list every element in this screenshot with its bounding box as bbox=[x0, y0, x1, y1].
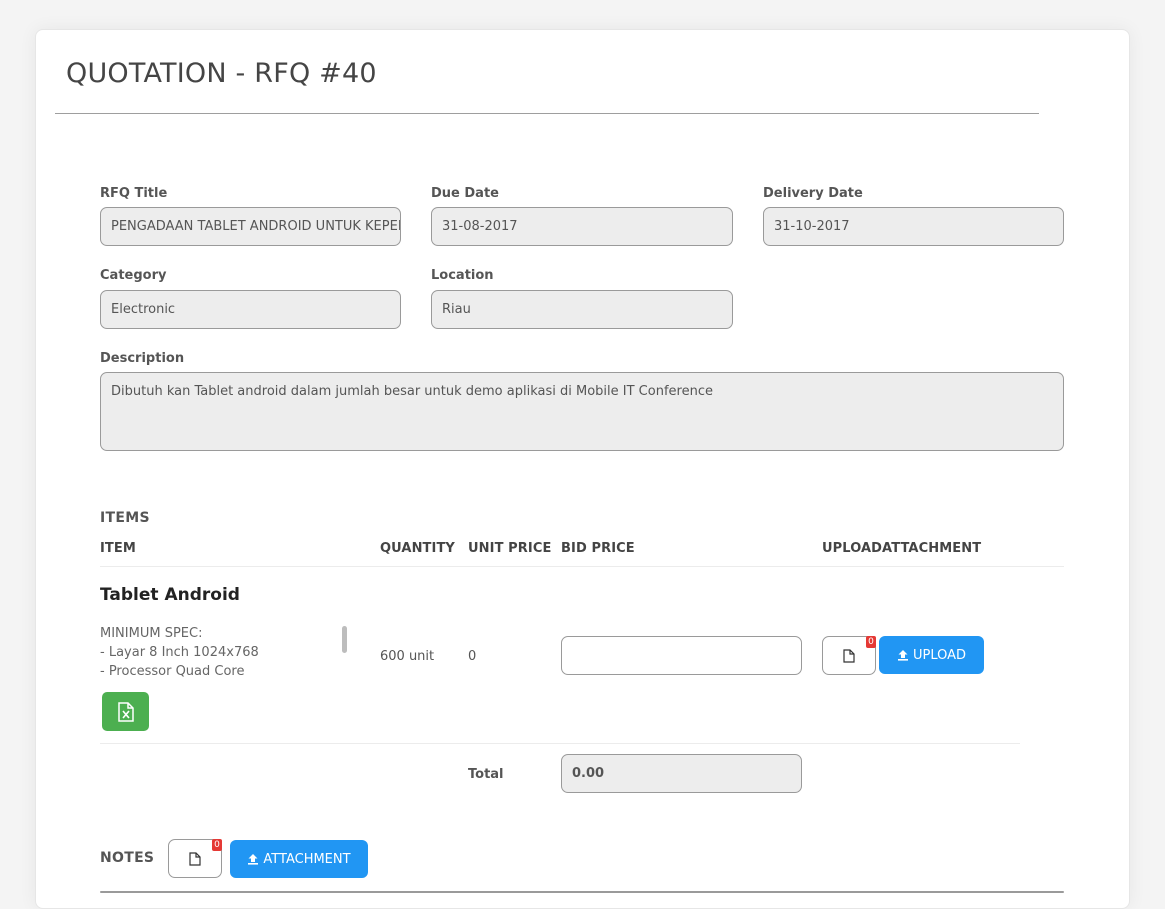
upload-icon bbox=[248, 854, 259, 865]
notes-attachment-button[interactable]: ATTACHMENT bbox=[230, 840, 368, 878]
title-divider bbox=[55, 113, 1039, 114]
table-header-divider bbox=[100, 566, 1064, 567]
notes-textarea-top-edge[interactable] bbox=[100, 891, 1064, 893]
total-label: Total bbox=[468, 767, 504, 782]
column-header-unit-price: UNIT PRICE bbox=[468, 541, 552, 556]
upload-icon bbox=[897, 650, 908, 661]
description-textarea[interactable]: Dibutuh kan Tablet android dalam jumlah … bbox=[100, 372, 1064, 451]
notes-section-title: NOTES bbox=[100, 850, 155, 866]
notes-attachment-count-badge: 0 bbox=[212, 839, 222, 851]
total-value-field: 0.00 bbox=[561, 754, 802, 793]
item-spec: MINIMUM SPEC: - Layar 8 Inch 1024x768 - … bbox=[100, 626, 259, 679]
file-icon bbox=[843, 648, 855, 663]
notes-attachment-list-button[interactable]: 0 bbox=[168, 839, 222, 878]
notes-attachment-label: ATTACHMENT bbox=[263, 851, 351, 867]
excel-download-button[interactable] bbox=[102, 692, 149, 731]
rfq-title-label: RFQ Title bbox=[100, 186, 168, 201]
item-upload-button[interactable]: UPLOAD bbox=[879, 636, 984, 674]
column-header-item: ITEM bbox=[100, 541, 136, 556]
description-label: Description bbox=[100, 351, 185, 366]
bid-price-input[interactable] bbox=[561, 636, 802, 675]
rfq-title-field[interactable]: PENGADAAN TABLET ANDROID UNTUK KEPERI bbox=[100, 207, 401, 246]
location-label: Location bbox=[431, 268, 494, 283]
column-header-upload-attachment: UPLOADATTACHMENT bbox=[822, 541, 982, 556]
item-row-divider bbox=[100, 743, 1020, 744]
due-date-field[interactable]: 31-08-2017 bbox=[431, 207, 733, 246]
delivery-date-label: Delivery Date bbox=[763, 186, 863, 201]
item-attachment-count-badge: 0 bbox=[866, 636, 876, 648]
page-title: QUOTATION - RFQ #40 bbox=[66, 58, 377, 89]
item-unit-price: 0 bbox=[468, 649, 477, 664]
delivery-date-field[interactable]: 31-10-2017 bbox=[763, 207, 1064, 246]
item-upload-label: UPLOAD bbox=[912, 647, 967, 663]
excel-file-icon bbox=[117, 701, 134, 722]
category-field[interactable]: Electronic bbox=[100, 290, 401, 329]
category-label: Category bbox=[100, 268, 167, 283]
items-section-title: ITEMS bbox=[100, 510, 150, 526]
column-header-quantity: QUANTITY bbox=[380, 541, 455, 556]
due-date-label: Due Date bbox=[431, 186, 499, 201]
column-header-bid-price: BID PRICE bbox=[561, 541, 635, 556]
item-quantity: 600 unit bbox=[380, 649, 435, 664]
file-icon bbox=[189, 851, 201, 866]
item-attachment-list-button[interactable]: 0 bbox=[822, 636, 876, 675]
item-name: Tablet Android bbox=[100, 585, 240, 605]
location-field[interactable]: Riau bbox=[431, 290, 733, 329]
spec-scrollbar[interactable] bbox=[342, 626, 347, 653]
